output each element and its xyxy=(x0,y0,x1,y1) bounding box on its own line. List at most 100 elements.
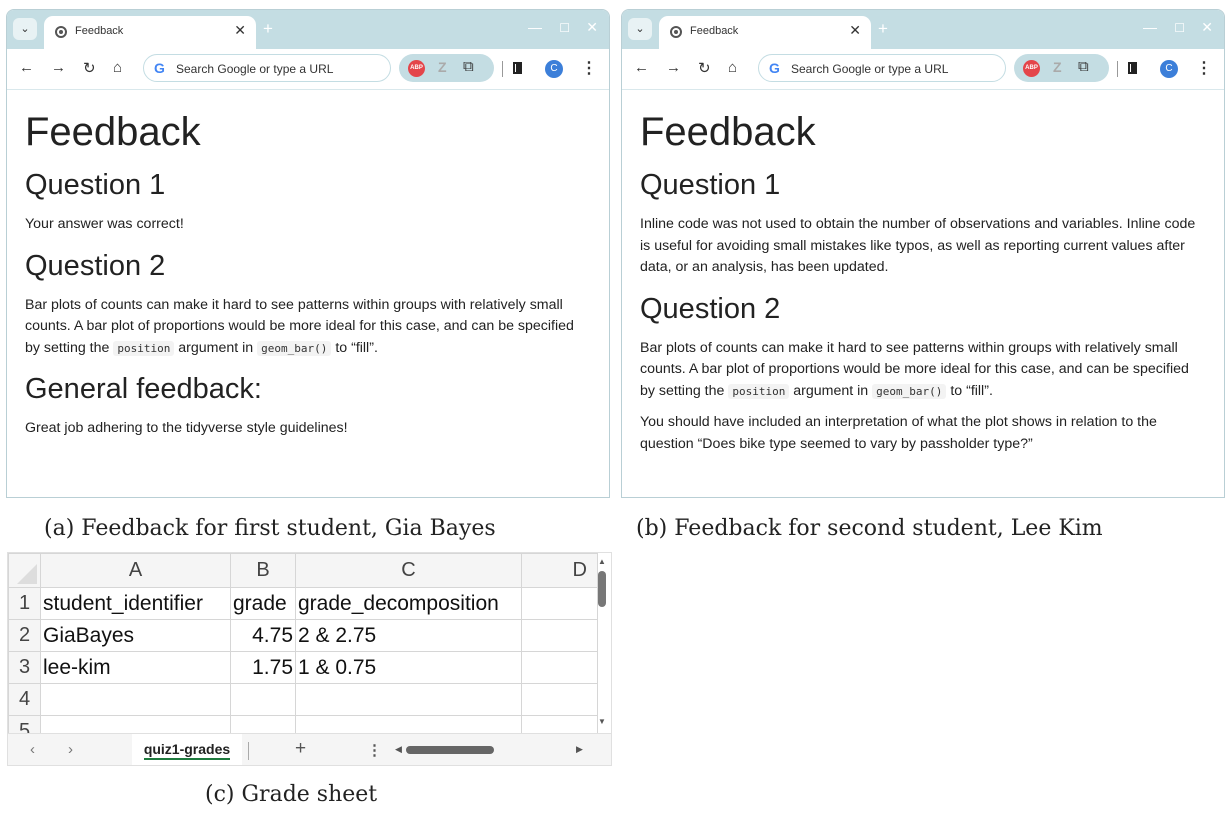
zotero-icon[interactable]: Z xyxy=(438,59,447,75)
cell-b4[interactable] xyxy=(230,683,296,716)
general-feedback-text: Great job adhering to the tidyverse styl… xyxy=(25,420,348,436)
inline-code-geom-bar: geom_bar() xyxy=(872,383,947,399)
cell-a3[interactable]: lee-kim xyxy=(40,651,231,684)
row-header-2[interactable]: 2 xyxy=(8,619,41,652)
add-sheet-button[interactable]: + xyxy=(295,738,306,760)
tab-search-button[interactable]: ⌄ xyxy=(13,18,37,40)
cell-d1[interactable] xyxy=(521,587,598,620)
scroll-up-icon[interactable]: ▲ xyxy=(598,557,606,566)
question-1-heading: Question 1 xyxy=(25,169,166,201)
minimize-button[interactable]: — xyxy=(528,19,542,35)
page-content: Feedback Question 1 Your answer was corr… xyxy=(7,110,609,440)
question-2-feedback: Bar plots of counts can make it hard to … xyxy=(25,296,574,356)
browser-window-lee-kim: ⌄ Feedback ✕ + — ☐ ✕ ← → ↻ ⌂ G Search Go… xyxy=(621,9,1225,498)
side-panel-icon[interactable] xyxy=(513,62,522,74)
adblock-icon[interactable]: ABP xyxy=(408,60,425,77)
browser-tab[interactable]: Feedback ✕ xyxy=(659,16,871,49)
chevron-right-icon[interactable]: › xyxy=(68,741,73,758)
inline-code-position: position xyxy=(113,340,175,356)
column-header-b[interactable]: B xyxy=(230,553,296,588)
browser-toolbar: ← → ↻ ⌂ G Search Google or type a URL AB… xyxy=(7,49,609,90)
cell-c4[interactable] xyxy=(295,683,522,716)
cell-d3[interactable] xyxy=(521,651,598,684)
toolbar-divider xyxy=(1117,61,1118,77)
general-feedback-heading: General feedback: xyxy=(25,373,262,405)
globe-icon xyxy=(670,26,682,38)
tab-divider xyxy=(248,742,249,760)
scroll-right-icon[interactable]: ▶ xyxy=(576,744,583,755)
home-icon[interactable]: ⌂ xyxy=(113,59,122,76)
address-placeholder: Search Google or type a URL xyxy=(176,62,334,76)
back-arrow-icon[interactable]: ← xyxy=(634,59,649,76)
page-content: Feedback Question 1 Inline code was not … xyxy=(622,110,1224,455)
caption-b: (b) Feedback for second student, Lee Kim xyxy=(636,516,1103,541)
select-all-corner[interactable] xyxy=(8,553,41,588)
browser-tab[interactable]: Feedback ✕ xyxy=(44,16,256,49)
zotero-icon[interactable]: Z xyxy=(1053,59,1062,75)
side-panel-icon[interactable] xyxy=(1128,62,1137,74)
scroll-left-icon[interactable]: ◀ xyxy=(395,744,402,755)
adblock-icon[interactable]: ABP xyxy=(1023,60,1040,77)
profile-avatar[interactable]: C xyxy=(545,60,563,78)
row-header-1[interactable]: 1 xyxy=(8,587,41,620)
reload-icon[interactable]: ↻ xyxy=(698,59,711,77)
row-header-4[interactable]: 4 xyxy=(8,683,41,716)
scroll-down-icon[interactable]: ▼ xyxy=(598,717,606,726)
horizontal-scroll-thumb[interactable] xyxy=(406,746,494,754)
address-bar[interactable]: G Search Google or type a URL xyxy=(143,54,391,82)
close-window-button[interactable]: ✕ xyxy=(1201,19,1213,36)
question-2-heading: Question 2 xyxy=(25,249,166,282)
forward-arrow-icon[interactable]: → xyxy=(666,59,681,76)
page-title: Feedback xyxy=(640,110,816,154)
cell-b2[interactable]: 4.75 xyxy=(230,619,296,652)
cell-a2[interactable]: GiaBayes xyxy=(40,619,231,652)
cell-d4[interactable] xyxy=(521,683,598,716)
column-header-c[interactable]: C xyxy=(295,553,522,588)
globe-icon xyxy=(55,26,67,38)
question-1-heading: Question 1 xyxy=(640,169,781,201)
column-header-d[interactable]: D xyxy=(521,553,598,588)
extensions-area: ABP Z ⧉ xyxy=(1014,54,1109,82)
back-arrow-icon[interactable]: ← xyxy=(19,59,34,76)
tab-title: Feedback xyxy=(690,25,739,37)
profile-avatar[interactable]: C xyxy=(1160,60,1178,78)
chevron-left-icon[interactable]: ‹ xyxy=(30,741,35,758)
maximize-button[interactable]: ☐ xyxy=(1174,21,1185,35)
address-bar[interactable]: G Search Google or type a URL xyxy=(758,54,1006,82)
row-header-3[interactable]: 3 xyxy=(8,651,41,684)
cell-a1[interactable]: student_identifier xyxy=(40,587,231,620)
cell-c1[interactable]: grade_decomposition xyxy=(295,587,522,620)
column-header-a[interactable]: A xyxy=(40,553,231,588)
vertical-scrollbar[interactable]: ▲ ▼ xyxy=(595,553,609,733)
question-2-interpretation-feedback: You should have included an interpretati… xyxy=(640,414,1157,452)
extensions-puzzle-icon[interactable]: ⧉ xyxy=(1078,58,1089,75)
close-tab-icon[interactable]: ✕ xyxy=(234,22,246,39)
address-placeholder: Search Google or type a URL xyxy=(791,62,949,76)
title-bar: ⌄ Feedback ✕ + — ☐ ✕ xyxy=(7,10,609,49)
cell-c3[interactable]: 1 & 0.75 xyxy=(295,651,522,684)
vertical-scroll-thumb[interactable] xyxy=(598,571,606,607)
more-options-icon[interactable]: ⋮ xyxy=(367,741,382,759)
close-window-button[interactable]: ✕ xyxy=(586,19,598,36)
google-icon: G xyxy=(154,60,165,76)
more-menu-icon[interactable]: ⋮ xyxy=(1196,58,1212,78)
sheet-tab-quiz1-grades[interactable]: quiz1-grades xyxy=(132,734,242,765)
inline-code-geom-bar: geom_bar() xyxy=(257,340,332,356)
more-menu-icon[interactable]: ⋮ xyxy=(581,58,597,78)
home-icon[interactable]: ⌂ xyxy=(728,59,737,76)
cell-b1[interactable]: grade xyxy=(230,587,296,620)
page-title: Feedback xyxy=(25,110,201,154)
new-tab-button[interactable]: + xyxy=(263,19,273,39)
minimize-button[interactable]: — xyxy=(1143,19,1157,35)
extensions-puzzle-icon[interactable]: ⧉ xyxy=(463,58,474,75)
close-tab-icon[interactable]: ✕ xyxy=(849,22,861,39)
maximize-button[interactable]: ☐ xyxy=(559,21,570,35)
cell-d2[interactable] xyxy=(521,619,598,652)
cell-c2[interactable]: 2 & 2.75 xyxy=(295,619,522,652)
reload-icon[interactable]: ↻ xyxy=(83,59,96,77)
tab-search-button[interactable]: ⌄ xyxy=(628,18,652,40)
new-tab-button[interactable]: + xyxy=(878,19,888,39)
forward-arrow-icon[interactable]: → xyxy=(51,59,66,76)
cell-b3[interactable]: 1.75 xyxy=(230,651,296,684)
cell-a4[interactable] xyxy=(40,683,231,716)
